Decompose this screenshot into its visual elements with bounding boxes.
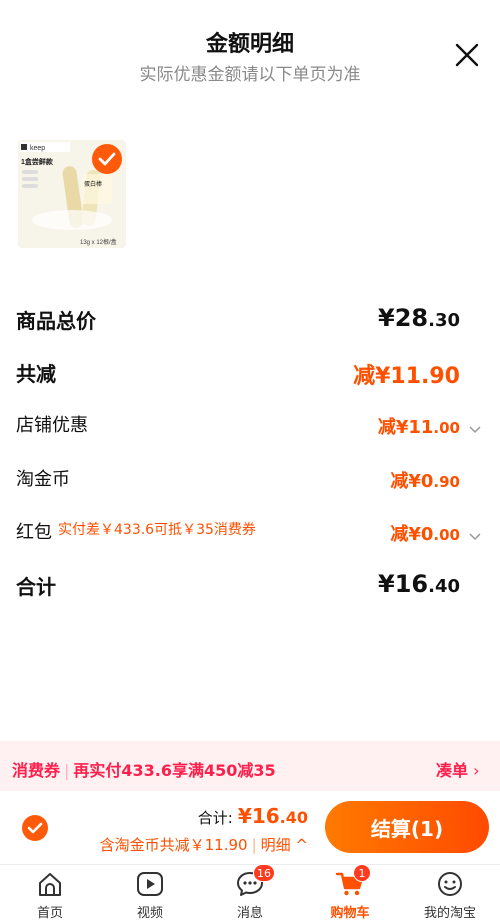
coupon-text: 再实付433.6享满450减35 [73, 761, 276, 780]
cart-icon: 1 [335, 864, 371, 898]
goods-total-label: 商品总价 [16, 309, 96, 333]
message-icon: 16 [235, 864, 275, 898]
select-all-check-icon[interactable] [22, 815, 48, 841]
goods-total-value: ¥28.30 [378, 304, 460, 332]
shop-discount-value[interactable]: 减¥11.00 [378, 413, 460, 439]
total-line: 合计: ¥16.40 [197, 804, 308, 828]
product-variant: 1盒尝鲜款 [21, 157, 54, 166]
total-reduce-value: 减¥11.90 [353, 364, 460, 389]
close-icon[interactable] [452, 40, 482, 70]
tab-profile[interactable]: 我的淘宝 [400, 870, 500, 921]
sum-value: ¥16.40 [378, 570, 460, 598]
taojinbi-label: 淘金币 [16, 469, 70, 490]
chevron-up-icon: ^ [290, 836, 308, 854]
hongbao-value[interactable]: 减¥0.00 [390, 520, 460, 546]
coupon-action[interactable]: 凑单 › [436, 757, 480, 781]
hongbao-label: 红包 [16, 522, 52, 543]
coupon-banner-text: 消费券 | 再实付433.6享满450减35 [12, 761, 276, 780]
product-brand: keep [30, 145, 45, 152]
tab-message[interactable]: 16 消息 [200, 864, 300, 921]
taojinbi-value: 减¥0.90 [390, 471, 460, 492]
video-icon [135, 870, 165, 898]
page-subtitle: 实际优惠金额请以下单页为准 [139, 65, 361, 85]
shop-discount-chevron-icon[interactable] [469, 420, 481, 434]
tab-cart[interactable]: 1 购物车 [300, 864, 400, 921]
profile-icon [435, 870, 465, 898]
product-name: 蛋白棒 [84, 180, 102, 188]
deduct-detail-link[interactable]: 含淘金币共减￥11.90 | 明细 ^ [100, 834, 308, 855]
home-icon [35, 870, 65, 898]
coupon-tag: 消费券 [12, 761, 61, 780]
sum-label: 合计 [16, 575, 56, 599]
hongbao-hint: 实付差￥433.6可抵￥35消费券 [58, 522, 256, 538]
hongbao-chevron-icon[interactable] [469, 527, 481, 541]
total-reduce-label: 共减 [16, 362, 56, 386]
product-spec: 13g x 12根/盒 [80, 238, 117, 246]
message-badge: 16 [253, 864, 275, 882]
product-check-icon[interactable] [92, 144, 122, 174]
tab-home[interactable]: 首页 [0, 870, 100, 921]
tab-video[interactable]: 视频 [100, 870, 200, 921]
cart-badge: 1 [353, 864, 371, 882]
shop-discount-label: 店铺优惠 [16, 415, 88, 436]
page-title: 金额明细 [205, 32, 294, 57]
checkout-button[interactable]: 结算(1) [325, 801, 489, 853]
